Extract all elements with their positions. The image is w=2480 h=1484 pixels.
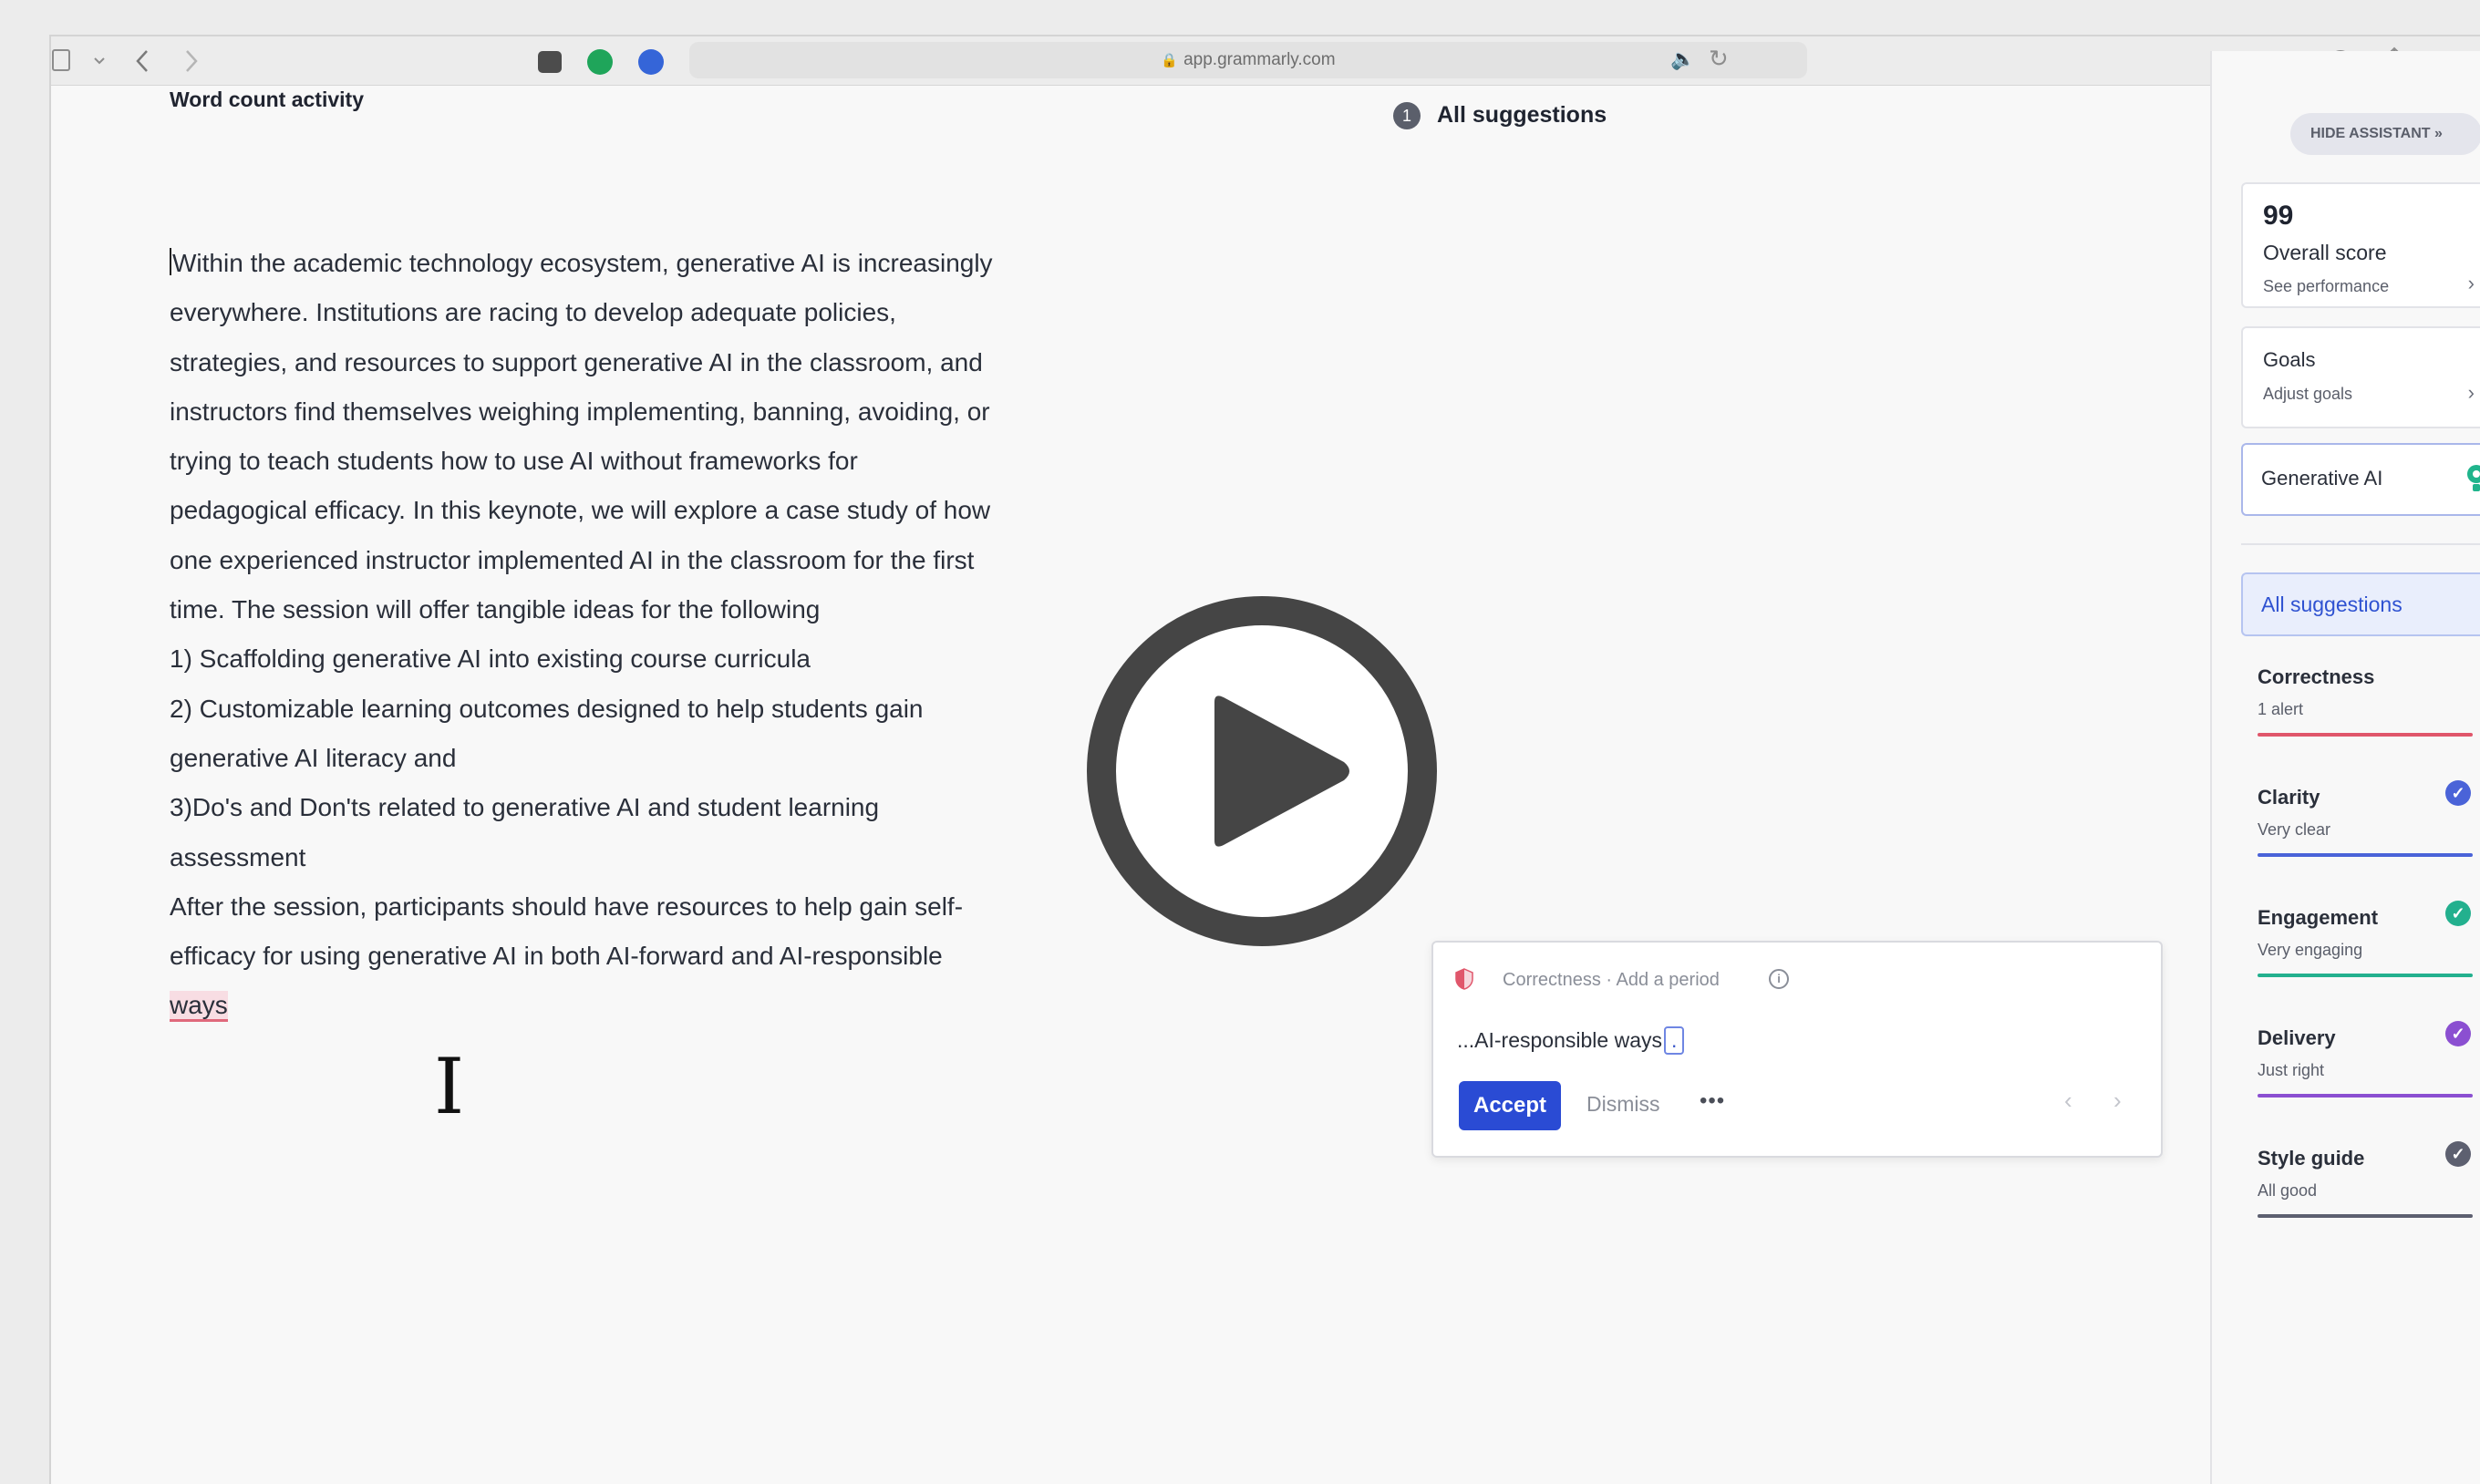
see-performance-link[interactable]: See performance xyxy=(2263,277,2389,296)
overall-score-card[interactable]: 99 Overall score See performance › xyxy=(2241,182,2480,308)
category-bar xyxy=(2258,853,2473,857)
text-line: instructors find themselves weighing imp… xyxy=(170,397,990,426)
category-bar xyxy=(2258,1094,2473,1098)
text-caret xyxy=(170,248,171,275)
grammarly-extension-icon[interactable] xyxy=(587,49,613,75)
category-bar xyxy=(2258,733,2473,737)
more-options-button[interactable]: ••• xyxy=(1700,1088,1725,1114)
text-line-content: Within the academic technology ecosystem… xyxy=(172,249,993,277)
checkmark-icon: ✓ xyxy=(2445,901,2471,926)
category-style-guide[interactable]: Style guide All good ✓ xyxy=(2258,1141,2473,1247)
suggested-insertion[interactable]: . xyxy=(1663,1026,1685,1055)
category-status: Very clear xyxy=(2258,820,2331,839)
category-bar xyxy=(2258,974,2473,977)
text-line: assessment xyxy=(170,842,306,871)
category-delivery[interactable]: Delivery Just right ✓ xyxy=(2258,1021,2473,1127)
suggestion-category: Correctness · Add a period xyxy=(1503,970,1720,990)
category-name: Correctness xyxy=(2258,665,2375,688)
lightbulb-icon xyxy=(2467,465,2480,491)
lock-icon: 🔒 xyxy=(1161,53,1179,68)
overall-score-value: 99 xyxy=(2263,201,2294,231)
generative-ai-button[interactable]: Generative AI xyxy=(2241,443,2480,516)
checkmark-icon: ✓ xyxy=(2445,1021,2471,1046)
category-name: Delivery xyxy=(2258,1026,2336,1049)
category-engagement[interactable]: Engagement Very engaging ✓ xyxy=(2258,901,2473,1006)
category-clarity[interactable]: Clarity Very clear ✓ xyxy=(2258,780,2473,886)
text-line: Within the academic technology ecosystem… xyxy=(170,239,1154,288)
text-line: everywhere. Institutions are racing to d… xyxy=(170,298,896,327)
goals-title: Goals xyxy=(2263,348,2316,371)
category-status: All good xyxy=(2258,1181,2318,1200)
document-body[interactable]: Within the academic technology ecosystem… xyxy=(170,239,1154,1031)
category-name: Clarity xyxy=(2258,786,2320,809)
url-text: 🔒 app.grammarly.com xyxy=(689,50,1807,70)
category-status: Just right xyxy=(2258,1061,2325,1079)
document-title[interactable]: Word count activity xyxy=(170,88,364,112)
chevron-down-icon[interactable] xyxy=(93,57,106,66)
assistant-panel: HIDE ASSISTANT » 99 Overall score See pe… xyxy=(2210,51,2480,1484)
text-line: ways xyxy=(170,981,1154,1030)
text-line: 3)Do's and Don'ts related to generative … xyxy=(170,793,880,822)
next-suggestion-icon[interactable]: › xyxy=(2113,1087,2122,1115)
chevron-right-icon: › xyxy=(2467,272,2475,294)
text-line: 1) Scaffolding generative AI into existi… xyxy=(170,644,811,674)
extension-calendar-icon[interactable] xyxy=(538,51,562,73)
category-status: 1 alert xyxy=(2258,700,2304,718)
speaker-icon[interactable]: 🔈 xyxy=(1670,47,1695,71)
chevron-right-icon: › xyxy=(2467,381,2475,404)
text-line: one experienced instructor implemented A… xyxy=(170,545,975,574)
text-line: trying to teach students how to use AI w… xyxy=(170,447,858,476)
accept-button[interactable]: Accept xyxy=(1459,1081,1561,1130)
text-line: strategies, and resources to support gen… xyxy=(170,347,983,376)
video-play-button[interactable] xyxy=(1087,596,1437,946)
profile-extension-icon[interactable] xyxy=(638,49,664,75)
overall-score-label: Overall score xyxy=(2263,241,2387,264)
text-cursor-icon: I xyxy=(434,1042,465,1131)
suggestions-title: All suggestions xyxy=(1437,102,1607,128)
text-line: time. The session will offer tangible id… xyxy=(170,595,821,624)
address-bar[interactable]: 🔒 app.grammarly.com 🔈 ↻ xyxy=(689,42,1807,78)
generative-ai-label: Generative AI xyxy=(2261,467,2383,490)
url-label: app.grammarly.com xyxy=(1183,50,1336,69)
text-line: generative AI literacy and xyxy=(170,743,457,772)
checkmark-icon: ✓ xyxy=(2445,780,2471,806)
hide-assistant-button[interactable]: HIDE ASSISTANT » xyxy=(2290,113,2480,155)
forward-chevron-icon[interactable] xyxy=(182,47,201,75)
suggestion-card[interactable]: Correctness · Add a period i ...AI-respo… xyxy=(1431,941,2163,1158)
suggestion-preview: ...AI-responsible ways. xyxy=(1457,1026,1685,1055)
category-bar xyxy=(2258,1214,2473,1218)
category-correctness[interactable]: Correctness 1 alert xyxy=(2258,665,2473,766)
category-name: Engagement xyxy=(2258,906,2379,929)
correctness-shield-icon xyxy=(1455,968,1473,990)
text-line: efficacy for using generative AI in both… xyxy=(170,942,943,971)
browser-toolbar: 🔒 app.grammarly.com 🔈 ↻ xyxy=(51,36,2480,86)
previous-suggestion-icon[interactable]: ‹ xyxy=(2064,1087,2072,1115)
divider xyxy=(2241,543,2480,545)
play-icon xyxy=(1214,696,1349,847)
dismiss-button[interactable]: Dismiss xyxy=(1586,1092,1660,1117)
text-line: pedagogical efficacy. In this keynote, w… xyxy=(170,496,991,525)
goals-card[interactable]: Goals Adjust goals › xyxy=(2241,326,2480,428)
category-status: Very engaging xyxy=(2258,941,2363,959)
preview-text: ...AI-responsible ways xyxy=(1457,1028,1662,1052)
text-line: After the session, participants should h… xyxy=(170,891,964,921)
all-suggestions-label: All suggestions xyxy=(2261,593,2402,616)
reload-icon[interactable]: ↻ xyxy=(1709,45,1729,73)
all-suggestions-tab[interactable]: All suggestions xyxy=(2241,572,2480,636)
category-name: Style guide xyxy=(2258,1147,2365,1170)
flagged-word[interactable]: ways xyxy=(170,991,228,1023)
screen: 🔒 app.grammarly.com 🔈 ↻ Word count activi… xyxy=(0,0,2480,1484)
adjust-goals-link[interactable]: Adjust goals xyxy=(2263,385,2352,404)
checkmark-icon: ✓ xyxy=(2445,1141,2471,1167)
sidebar-icon[interactable] xyxy=(51,47,71,73)
back-chevron-icon[interactable] xyxy=(133,47,151,75)
suggestion-count-badge: 1 xyxy=(1393,102,1421,129)
text-line: 2) Customizable learning outcomes design… xyxy=(170,694,924,723)
info-icon[interactable]: i xyxy=(1769,969,1789,989)
